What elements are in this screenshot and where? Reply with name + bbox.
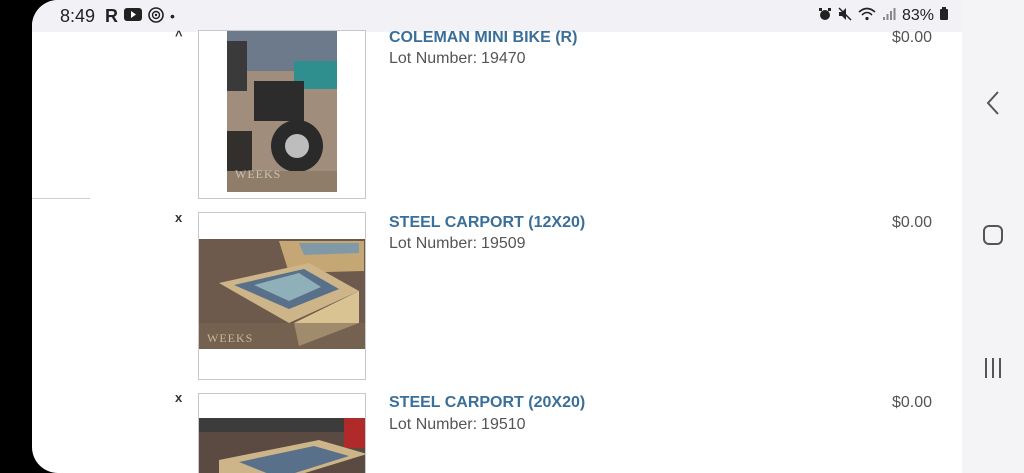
lot-number-line: Lot Number: 19510: [389, 416, 526, 434]
battery-icon: [940, 7, 948, 25]
lot-label: Lot Number:: [389, 50, 478, 67]
home-button[interactable]: [962, 225, 1024, 245]
remove-button[interactable]: x: [175, 210, 182, 225]
lot-number: 19510: [481, 416, 526, 433]
item-title-link[interactable]: STEEL CARPORT (12X20): [389, 214, 585, 232]
list-item: x STEEL CARPORT (20X20) Lot Number: 19510…: [32, 388, 962, 473]
notification-dot-icon: •: [170, 8, 175, 24]
battery-percent: 83%: [901, 7, 934, 24]
back-button[interactable]: [962, 90, 1024, 116]
item-thumbnail[interactable]: WEEKS: [198, 30, 366, 199]
alarm-icon: [818, 7, 832, 26]
recents-icon: [985, 358, 1001, 378]
lot-label: Lot Number:: [389, 416, 478, 433]
item-thumbnail[interactable]: [198, 393, 366, 473]
collapse-button[interactable]: ^: [175, 28, 183, 43]
status-time: 8:49: [60, 5, 96, 26]
item-price: $0.00: [892, 394, 933, 411]
lot-number-line: Lot Number: 19509: [389, 235, 526, 253]
watermark-text: WEEKS: [235, 167, 282, 181]
status-right: 83%: [818, 6, 948, 26]
wifi-icon: [858, 7, 876, 26]
watermark-text: WEEKS: [207, 331, 254, 345]
youtube-icon: [124, 8, 143, 24]
lot-number: 19509: [481, 235, 526, 252]
cart-list: ^ WEEKS COLEMAN MINI BIKE (R) Lot Number: [32, 28, 962, 473]
list-item: ^ WEEKS COLEMAN MINI BIKE (R) Lot Number: [32, 28, 962, 202]
android-nav-bar: [962, 0, 1024, 473]
r-app-icon: R: [105, 5, 119, 26]
recents-button[interactable]: [962, 358, 1024, 378]
lot-number-line: Lot Number: 19470: [389, 50, 526, 68]
list-item: x WEEKS STEEL CARPORT (12X20) Lot Number…: [32, 208, 962, 380]
item-price: $0.00: [892, 29, 933, 46]
item-title-link[interactable]: STEEL CARPORT (20X20): [389, 394, 585, 412]
signal-icon: [882, 7, 896, 26]
lot-number: 19470: [481, 50, 526, 67]
item-thumbnail[interactable]: WEEKS: [198, 212, 366, 380]
item-price: $0.00: [892, 214, 933, 231]
podcast-icon: [148, 6, 164, 26]
status-bar: 8:49 R • 83%: [32, 0, 962, 32]
item-title-link[interactable]: COLEMAN MINI BIKE (R): [389, 29, 577, 47]
remove-button[interactable]: x: [175, 390, 182, 405]
mute-icon: [838, 6, 852, 26]
lot-label: Lot Number:: [389, 235, 478, 252]
phone-screen: 8:49 R • 83% ^ WEEKS COLEMAN MINI BIKE (…: [32, 0, 962, 473]
back-chevron-icon: [986, 91, 999, 115]
home-square-icon: [983, 225, 1003, 245]
